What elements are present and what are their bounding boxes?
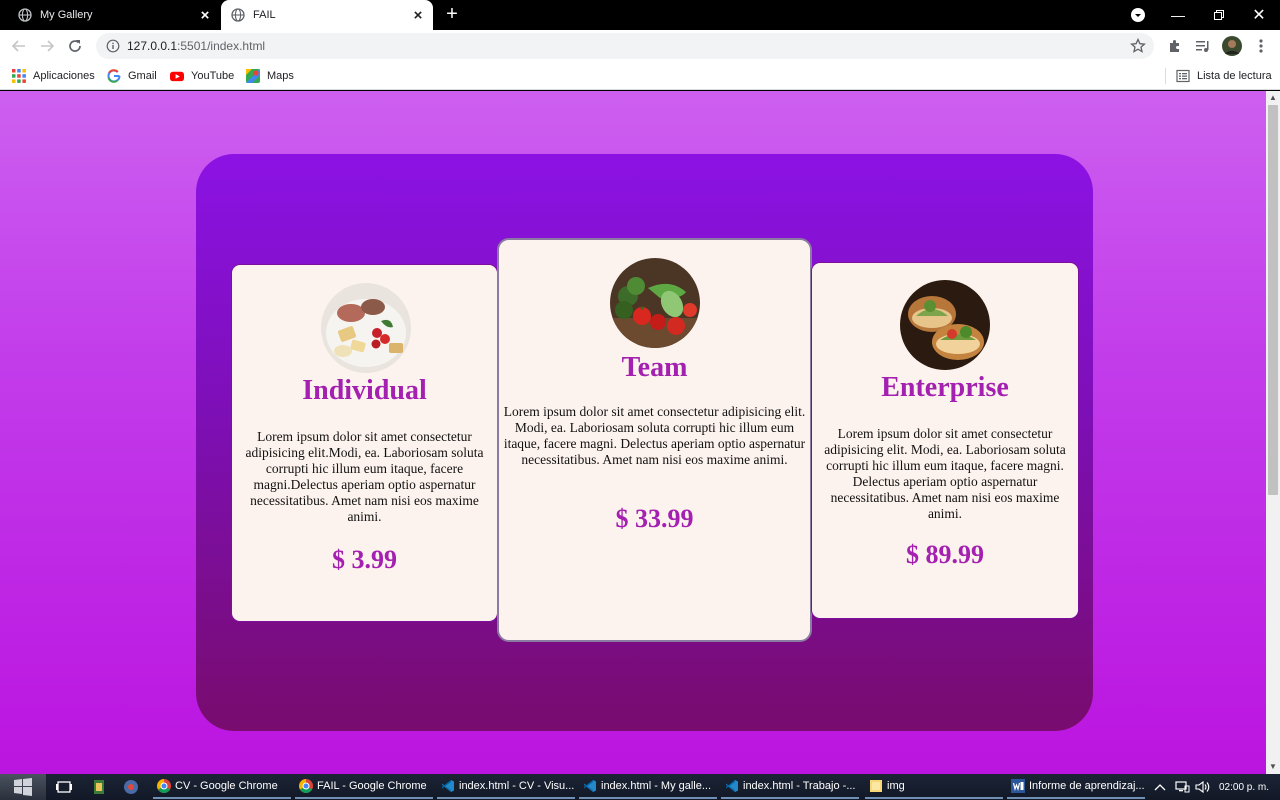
reading-list-icon bbox=[1176, 69, 1190, 83]
bookmark-gmail[interactable]: Gmail bbox=[107, 68, 157, 84]
vscode-icon bbox=[725, 779, 739, 793]
bookmarks-bar: Aplicaciones Gmail YouTube Maps Lista de… bbox=[0, 62, 1280, 90]
clock[interactable]: 02:00 p. m. bbox=[1219, 774, 1275, 800]
volume-icon[interactable] bbox=[1195, 774, 1211, 800]
bookmark-separator bbox=[1165, 68, 1166, 84]
browser-tab-strip: My Gallery × FAIL × + — ✕ bbox=[0, 0, 1280, 30]
close-tab-icon[interactable]: × bbox=[196, 6, 214, 24]
task-view-icon[interactable] bbox=[55, 778, 73, 796]
maps-icon bbox=[246, 69, 260, 83]
pinned-app-icon[interactable] bbox=[90, 778, 108, 796]
scroll-up-arrow-icon[interactable]: ▲ bbox=[1269, 93, 1277, 103]
tab-fail[interactable]: FAIL × bbox=[221, 0, 433, 30]
close-window-icon[interactable]: ✕ bbox=[1248, 0, 1270, 30]
start-button[interactable] bbox=[0, 774, 46, 800]
back-icon[interactable] bbox=[8, 35, 30, 57]
taskbar-item-label: img bbox=[887, 780, 905, 792]
url-host: 127.0.0.1 bbox=[127, 39, 178, 53]
sandwich-image bbox=[900, 280, 990, 370]
vscode-icon bbox=[583, 779, 597, 793]
plan-title: Team bbox=[621, 352, 688, 383]
reload-icon[interactable] bbox=[64, 35, 86, 57]
windows-taskbar: CV - Google Chrome FAIL - Google Chrome … bbox=[0, 774, 1280, 800]
taskbar-item[interactable]: index.html - CV - Visu... bbox=[437, 775, 575, 799]
taskbar-item-label: Informe de aprendizaj... bbox=[1029, 780, 1145, 792]
tab-title: My Gallery bbox=[40, 9, 93, 21]
scroll-down-arrow-icon[interactable]: ▼ bbox=[1269, 762, 1277, 772]
plan-price: $ 33.99 bbox=[615, 504, 694, 533]
food-platter-image bbox=[321, 283, 411, 373]
bookmark-star-icon[interactable] bbox=[1130, 37, 1146, 54]
browser-toolbar: 127.0.0.1:5501/index.html bbox=[0, 30, 1280, 62]
vscode-icon bbox=[441, 779, 455, 793]
media-queue-icon[interactable] bbox=[1192, 35, 1214, 57]
reading-list-label: Lista de lectura bbox=[1197, 70, 1272, 82]
info-icon[interactable] bbox=[106, 39, 120, 53]
network-icon[interactable] bbox=[1174, 774, 1190, 800]
word-icon bbox=[1011, 779, 1025, 793]
restore-icon[interactable] bbox=[1208, 0, 1230, 30]
profile-avatar[interactable] bbox=[1221, 35, 1243, 57]
bookmark-label: Maps bbox=[267, 70, 294, 82]
tab-title: FAIL bbox=[253, 9, 276, 21]
page-scrollbar[interactable]: ▲ ▼ bbox=[1266, 91, 1280, 774]
vegetables-image bbox=[610, 258, 700, 348]
pinned-app-icon-2[interactable] bbox=[122, 778, 140, 796]
tray-chevron-up-icon[interactable] bbox=[1154, 774, 1168, 800]
plan-price: $ 3.99 bbox=[332, 545, 397, 574]
bookmark-youtube[interactable]: YouTube bbox=[170, 68, 234, 84]
taskbar-item[interactable]: index.html - Trabajo -... bbox=[721, 775, 859, 799]
extensions-icon[interactable] bbox=[1164, 35, 1186, 57]
close-tab-icon[interactable]: × bbox=[409, 6, 427, 24]
apps-grid-icon bbox=[12, 69, 26, 83]
pricing-card-individual: Individual Lorem ipsum dolor sit amet co… bbox=[231, 264, 498, 622]
pricing-card-team: Team Lorem ipsum dolor sit amet consecte… bbox=[497, 238, 812, 642]
plan-title: Enterprise bbox=[881, 372, 1009, 403]
plan-title: Individual bbox=[302, 375, 427, 406]
google-icon bbox=[107, 69, 121, 83]
chrome-icon bbox=[157, 779, 171, 793]
folder-icon bbox=[869, 779, 883, 793]
taskbar-item[interactable]: index.html - My galle... bbox=[579, 775, 717, 799]
bookmark-label: Gmail bbox=[128, 70, 157, 82]
url-text: 127.0.0.1:5501/index.html bbox=[127, 39, 265, 53]
page-viewport: Individual Lorem ipsum dolor sit amet co… bbox=[0, 91, 1266, 774]
chrome-icon bbox=[299, 779, 313, 793]
scrollbar-thumb[interactable] bbox=[1268, 105, 1278, 495]
tab-my-gallery[interactable]: My Gallery × bbox=[0, 0, 220, 30]
url-path: :5501/index.html bbox=[177, 39, 266, 53]
pricing-card-enterprise: Enterprise Lorem ipsum dolor sit amet co… bbox=[811, 262, 1079, 619]
tab-search-icon[interactable] bbox=[1128, 0, 1148, 30]
youtube-icon bbox=[170, 69, 184, 83]
taskbar-item[interactable]: img bbox=[865, 775, 1003, 799]
forward-icon[interactable] bbox=[36, 35, 58, 57]
minimize-icon[interactable]: — bbox=[1166, 0, 1190, 30]
taskbar-item[interactable]: CV - Google Chrome bbox=[153, 775, 291, 799]
new-tab-icon[interactable]: + bbox=[442, 4, 462, 25]
globe-icon bbox=[231, 8, 245, 22]
taskbar-item-label: CV - Google Chrome bbox=[175, 780, 278, 792]
globe-icon bbox=[18, 8, 32, 22]
menu-kebab-icon[interactable] bbox=[1250, 35, 1272, 57]
taskbar-item-label: index.html - My galle... bbox=[601, 780, 712, 792]
taskbar-item-label: FAIL - Google Chrome bbox=[317, 780, 427, 792]
taskbar-item-label: index.html - Trabajo -... bbox=[743, 780, 856, 792]
bookmark-label: Aplicaciones bbox=[33, 70, 95, 82]
plan-price: $ 89.99 bbox=[906, 540, 984, 569]
plan-description: Lorem ipsum dolor sit amet consectetur a… bbox=[503, 404, 806, 467]
taskbar-item-label: index.html - CV - Visu... bbox=[459, 780, 575, 792]
taskbar-item[interactable]: FAIL - Google Chrome bbox=[295, 775, 433, 799]
bookmark-label: YouTube bbox=[191, 70, 235, 82]
bookmark-apps[interactable]: Aplicaciones bbox=[12, 68, 95, 84]
address-bar[interactable]: 127.0.0.1:5501/index.html bbox=[96, 33, 1154, 59]
plan-description: Lorem ipsum dolor sit amet consectetur a… bbox=[824, 426, 1066, 521]
plan-description: Lorem ipsum dolor sit amet consectetur a… bbox=[245, 429, 484, 524]
taskbar-item[interactable]: Informe de aprendizaj... bbox=[1007, 775, 1145, 799]
bookmark-maps[interactable]: Maps bbox=[246, 68, 294, 84]
reading-list-button[interactable]: Lista de lectura bbox=[1176, 68, 1272, 84]
